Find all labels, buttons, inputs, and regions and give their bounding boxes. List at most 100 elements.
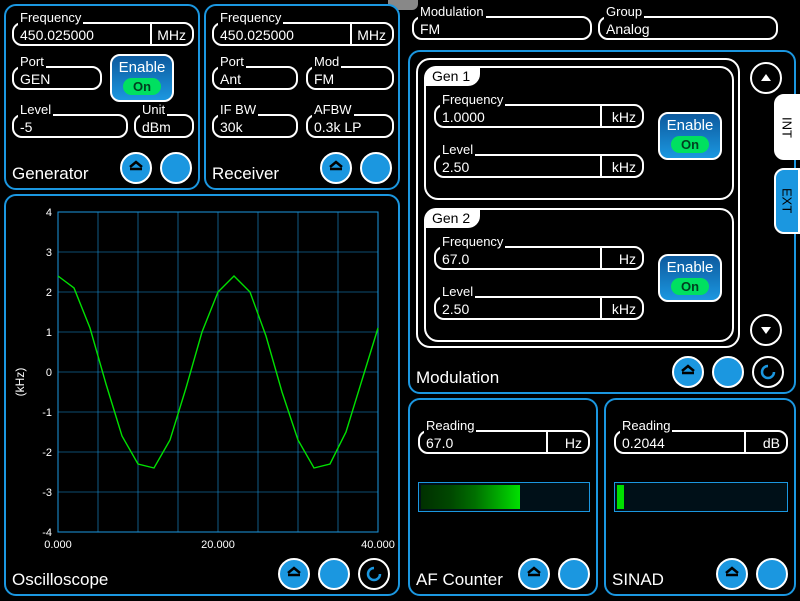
panel-title: Modulation [416,368,499,388]
field-unit: Hz [619,251,636,267]
gen2-level-field[interactable]: Level 2.50 kHz [434,296,644,320]
oscilloscope-plot: -4-3-2-101234 0.00020.00040.000 (kHz) [12,202,396,556]
side-tab-ext[interactable]: EXT [774,168,800,234]
field-label: Reading [424,418,476,433]
top-modulation-field[interactable]: Modulation FM [412,16,592,40]
side-tab-int[interactable]: INT [774,94,800,160]
afc-action-button[interactable] [558,558,590,590]
gen-action-button[interactable] [160,152,192,184]
rx-frequency-field[interactable]: Frequency 450.025000 MHz [212,22,394,46]
gen1-subpanel: Gen 1 Frequency 1.0000 kHz Level 2.50 kH… [424,66,734,200]
rx-expand-button[interactable] [320,152,352,184]
sinad-reading-field[interactable]: Reading 0.2044 dB [614,430,788,454]
field-label: Unit [140,102,167,117]
oscilloscope-panel: -4-3-2-101234 0.00020.00040.000 (kHz) Os… [4,194,400,596]
gen1-level-field[interactable]: Level 2.50 kHz [434,154,644,178]
gen-port-field[interactable]: Port GEN [12,66,102,90]
gen1-tab: Gen 1 [424,66,480,86]
mod-settings-button[interactable] [752,356,784,388]
osc-settings-button[interactable] [358,558,390,590]
sinad-panel: Reading 0.2044 dB SINAD [604,398,796,596]
field-value: 450.025000 [20,27,94,43]
field-value: FM [420,21,440,37]
svg-text:-2: -2 [42,447,52,459]
rx-action-button[interactable] [360,152,392,184]
field-value: 2.50 [442,159,469,175]
afc-expand-button[interactable] [518,558,550,590]
field-label: Level [440,284,475,299]
svg-text:40.000: 40.000 [361,539,395,551]
osc-expand-button[interactable] [278,558,310,590]
top-group-field[interactable]: Group Analog [598,16,778,40]
mod-scroll-down-button[interactable] [750,314,782,346]
panel-title: AF Counter [416,570,506,590]
receiver-panel: Frequency 450.025000 MHz Port Ant Mod FM… [204,4,400,190]
field-label: Frequency [440,234,505,249]
field-unit: kHz [612,301,636,317]
sinad-bar-meter [614,482,788,512]
mod-action-button[interactable] [712,356,744,388]
side-tab-label: EXT [780,188,795,213]
panel-title: Generator [12,164,89,184]
gen-level-field[interactable]: Level -5 [12,114,128,138]
gen2-tab: Gen 2 [424,208,480,228]
gen-frequency-field[interactable]: Frequency 450.025000 MHz [12,22,194,46]
field-value: FM [314,71,334,87]
rx-port-field[interactable]: Port Ant [212,66,298,90]
modulation-gens-container: Gen 1 Frequency 1.0000 kHz Level 2.50 kH… [416,58,740,348]
field-value: 0.2044 [622,435,665,451]
afc-reading-field[interactable]: Reading 67.0 Hz [418,430,590,454]
svg-text:4: 4 [46,207,52,219]
field-label: Mod [312,54,341,69]
field-value: -5 [20,119,32,135]
panel-title: Oscilloscope [12,570,108,590]
enable-state: On [671,278,709,295]
field-value: GEN [20,71,50,87]
enable-state: On [671,136,709,153]
field-value: 0.3k LP [314,119,361,135]
enable-label: Enable [660,259,720,276]
svg-text:-4: -4 [42,527,52,539]
gen2-subpanel: Gen 2 Frequency 67.0 Hz Level 2.50 kHz E… [424,208,734,342]
field-unit: kHz [612,109,636,125]
gen1-frequency-field[interactable]: Frequency 1.0000 kHz [434,104,644,128]
side-tab-label: INT [780,117,795,138]
rx-afbw-field[interactable]: AFBW 0.3k LP [306,114,394,138]
gen-enable-button[interactable]: Enable On [110,54,174,102]
afc-bar-meter [418,482,590,512]
field-unit: Hz [565,435,582,451]
gen-unit-field[interactable]: Unit dBm [134,114,194,138]
field-label: AFBW [312,102,354,117]
field-value: Ant [220,71,241,87]
field-label: Frequency [218,10,283,25]
field-value: 1.0000 [442,109,485,125]
panel-title: Receiver [212,164,279,184]
rx-ifbw-field[interactable]: IF BW 30k [212,114,298,138]
mod-scroll-up-button[interactable] [750,62,782,94]
gen1-enable-button[interactable]: Enable On [658,112,722,160]
svg-text:-1: -1 [42,407,52,419]
mod-expand-button[interactable] [672,356,704,388]
sinad-action-button[interactable] [756,558,788,590]
field-label: Reading [620,418,672,433]
osc-action-button[interactable] [318,558,350,590]
sinad-expand-button[interactable] [716,558,748,590]
svg-text:0.000: 0.000 [44,539,72,551]
field-value: Analog [606,21,650,37]
field-value: 30k [220,119,243,135]
svg-text:20.000: 20.000 [201,539,235,551]
field-label: Frequency [18,10,83,25]
rx-mod-field[interactable]: Mod FM [306,66,394,90]
generator-panel: Frequency 450.025000 MHz Port GEN Enable… [4,4,200,190]
svg-text:0: 0 [46,367,52,379]
gen2-enable-button[interactable]: Enable On [658,254,722,302]
field-value: 2.50 [442,301,469,317]
svg-text:2: 2 [46,287,52,299]
gen2-frequency-field[interactable]: Frequency 67.0 Hz [434,246,644,270]
svg-text:(kHz): (kHz) [13,368,27,397]
field-value: dBm [142,119,171,135]
field-unit: kHz [612,159,636,175]
svg-text:-3: -3 [42,487,52,499]
gen-expand-button[interactable] [120,152,152,184]
field-label: Frequency [440,92,505,107]
